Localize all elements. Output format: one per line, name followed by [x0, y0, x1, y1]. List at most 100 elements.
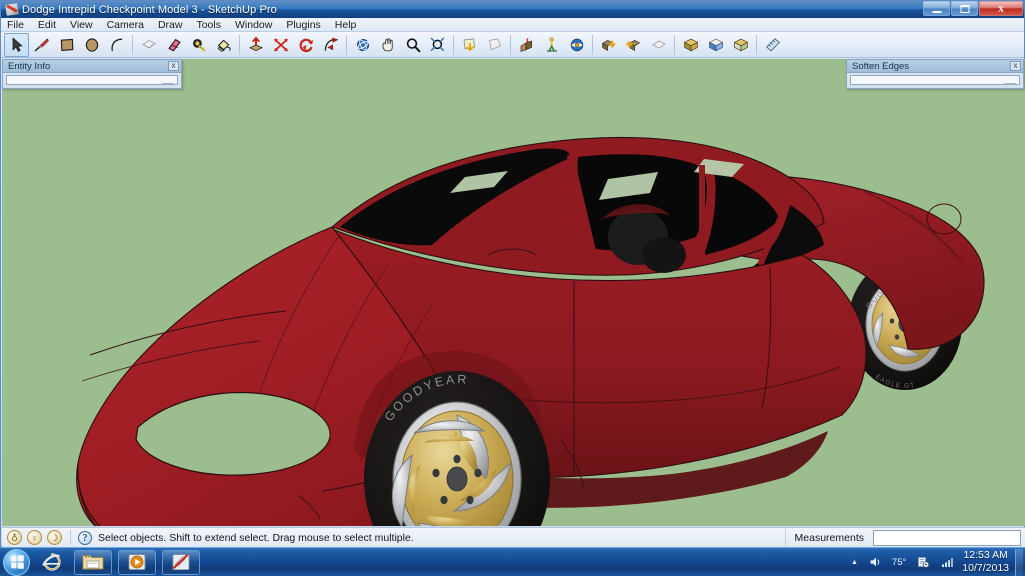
- menu-help[interactable]: Help: [335, 18, 364, 32]
- taskbar-internet-explorer[interactable]: [36, 550, 68, 575]
- geo-location-icon[interactable]: ♁: [7, 530, 22, 545]
- push-pull-tool[interactable]: [243, 33, 268, 57]
- menu-draw[interactable]: Draw: [158, 18, 190, 32]
- soften-edges-close-icon[interactable]: x: [1010, 61, 1021, 71]
- menu-file[interactable]: File: [7, 18, 31, 32]
- window-titlebar[interactable]: Dodge Intrepid Checkpoint Model 3 - Sket…: [1, 1, 1024, 18]
- status-bar: ♁ ♀ ☽ ? Select objects. Shift to extend …: [2, 527, 1025, 547]
- taskbar-sketchup[interactable]: [162, 549, 200, 575]
- line-tool[interactable]: [29, 33, 54, 57]
- share-model-tool[interactable]: [621, 33, 646, 57]
- tape-measure-tool[interactable]: [186, 33, 211, 57]
- xray-cube-icon: [708, 38, 723, 51]
- taskbar-windows-explorer[interactable]: [74, 549, 112, 575]
- menu-tools[interactable]: Tools: [196, 18, 228, 32]
- internet-explorer-icon: [42, 553, 61, 571]
- close-button[interactable]: x: [979, 1, 1023, 16]
- taskbar-clock[interactable]: 12:53 AM 10/7/2013: [962, 549, 1009, 575]
- eraser-tool[interactable]: [161, 33, 186, 57]
- windows-logo-icon: [10, 555, 24, 569]
- measurements-input[interactable]: [873, 529, 1021, 546]
- minimize-button[interactable]: [923, 1, 950, 16]
- entity-info-field[interactable]: [6, 75, 178, 85]
- display-shaded-tool[interactable]: [678, 33, 703, 57]
- model-viewport[interactable]: GOODYEAR EAGLE GT: [2, 59, 1025, 526]
- select-tool[interactable]: [4, 32, 29, 57]
- geo-shadow-icon[interactable]: ☽: [47, 530, 62, 545]
- pan-tool[interactable]: [375, 33, 400, 57]
- get-models-tool[interactable]: [596, 33, 621, 57]
- soften-edges-panel[interactable]: Soften Edges x: [846, 59, 1024, 89]
- rectangle-icon: [60, 38, 73, 51]
- action-center-icon[interactable]: [916, 555, 930, 569]
- toolbar-separator: [592, 34, 593, 55]
- rectangle-tool[interactable]: [54, 33, 79, 57]
- network-signal-icon[interactable]: [940, 555, 954, 569]
- menu-view[interactable]: View: [70, 18, 100, 32]
- entity-info-panel-header[interactable]: Entity Info x: [3, 60, 181, 73]
- show-desktop-button[interactable]: [1015, 548, 1023, 576]
- sketchup-window: Dodge Intrepid Checkpoint Model 3 - Sket…: [0, 0, 1025, 547]
- menu-window[interactable]: Window: [235, 18, 279, 32]
- status-right-group: Measurements: [784, 528, 1025, 547]
- previous-view-tool[interactable]: [457, 33, 482, 57]
- zoom-tool[interactable]: [400, 33, 425, 57]
- share-component-tool[interactable]: [646, 33, 671, 57]
- move-tool[interactable]: [268, 33, 293, 57]
- clock-time: 12:53 AM: [963, 549, 1008, 561]
- window-title: Dodge Intrepid Checkpoint Model 3 - Sket…: [22, 3, 277, 16]
- share-component-icon: [651, 39, 666, 49]
- menu-plugins[interactable]: Plugins: [286, 18, 327, 32]
- orbit-tool[interactable]: [350, 33, 375, 57]
- rotate-tool[interactable]: [293, 33, 318, 57]
- hand-icon: [381, 37, 393, 51]
- next-view-tool[interactable]: [482, 33, 507, 57]
- walk-tool[interactable]: [539, 33, 564, 57]
- soften-edges-panel-body: [847, 73, 1023, 88]
- follow-me-tool[interactable]: [318, 33, 343, 57]
- ruler-icon: [765, 37, 780, 51]
- measurements-label: Measurements: [794, 531, 864, 544]
- upload-model-icon: [625, 39, 640, 51]
- entity-info-panel-body: [3, 73, 181, 88]
- media-player-icon: [128, 554, 146, 571]
- entity-info-panel-title: Entity Info: [8, 60, 51, 72]
- walk-person-icon: [546, 37, 557, 52]
- menu-edit[interactable]: Edit: [38, 18, 63, 32]
- entity-info-panel[interactable]: Entity Info x: [2, 59, 182, 89]
- toolbar-separator: [239, 34, 240, 55]
- display-xray-tool[interactable]: [703, 33, 728, 57]
- help-icon[interactable]: ?: [78, 530, 92, 545]
- paint-bucket-tool[interactable]: [211, 33, 236, 57]
- sandbox-tool[interactable]: [760, 33, 785, 57]
- entity-info-close-icon[interactable]: x: [168, 61, 179, 71]
- taskbar-media-player[interactable]: [118, 549, 156, 575]
- arrow-cursor-icon: [12, 37, 22, 52]
- soften-edges-field[interactable]: [850, 75, 1020, 85]
- arc-tool[interactable]: [104, 33, 129, 57]
- sketchup-pencil-icon: [172, 554, 190, 570]
- soften-edges-panel-header[interactable]: Soften Edges x: [847, 60, 1023, 73]
- toolbar-separator: [510, 34, 511, 55]
- component-icon: [141, 39, 156, 48]
- circle-icon: [85, 37, 98, 52]
- weather-temperature[interactable]: 75°: [892, 557, 906, 568]
- geo-person-icon[interactable]: ♀: [27, 530, 42, 545]
- arc-icon: [110, 38, 122, 51]
- circle-tool[interactable]: [79, 33, 104, 57]
- display-texture-tool[interactable]: [728, 33, 753, 57]
- volume-icon[interactable]: [868, 555, 882, 569]
- magnifier-icon: [406, 37, 420, 52]
- position-camera-tool[interactable]: [514, 33, 539, 57]
- menu-camera[interactable]: Camera: [107, 18, 151, 32]
- toolbar-separator: [756, 34, 757, 55]
- clock-date: 10/7/2013: [962, 562, 1009, 574]
- maximize-button[interactable]: [951, 1, 978, 16]
- make-component-tool[interactable]: [136, 33, 161, 57]
- zoom-extents-tool[interactable]: [425, 33, 450, 57]
- show-hidden-icons-button[interactable]: ▲: [851, 559, 858, 566]
- status-message: Select objects. Shift to extend select. …: [98, 531, 414, 544]
- start-orb-button[interactable]: [3, 548, 30, 576]
- paint-bucket-icon: [217, 39, 231, 52]
- look-around-tool[interactable]: [564, 33, 589, 57]
